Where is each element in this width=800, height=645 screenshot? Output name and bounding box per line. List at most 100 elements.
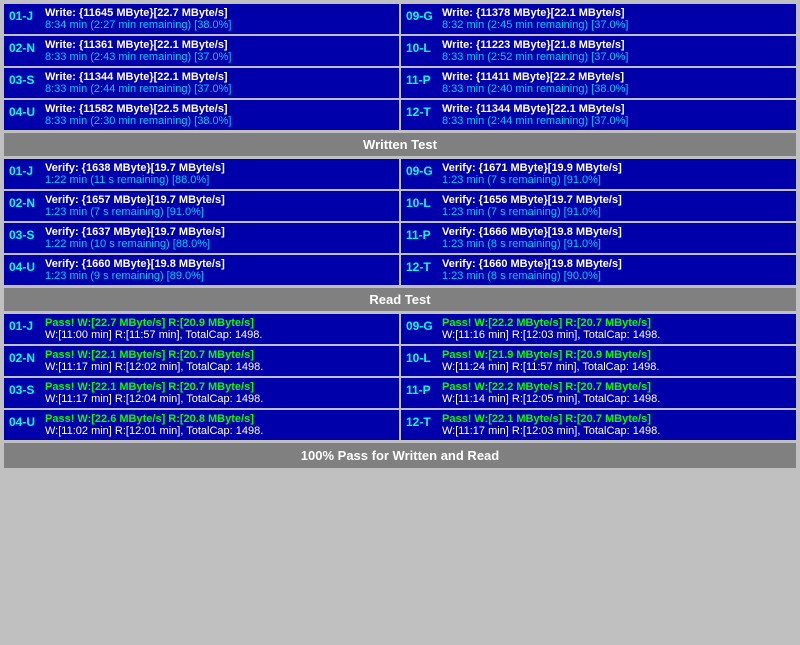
main-container: 01-J Write: {11645 MByte}[22.7 MByte/s] … bbox=[0, 0, 800, 474]
verify-01j-wrapper: 01-J Verify: {1638 MByte}[19.7 MByte/s] … bbox=[4, 159, 399, 189]
read-12t-content: Pass! W:[22.1 MByte/s] R:[20.7 MByte/s] … bbox=[442, 413, 791, 437]
verify-01j: 01-J Verify: {1638 MByte}[19.7 MByte/s] … bbox=[4, 159, 399, 189]
write-04u-content: Write: {11582 MByte}[22.5 MByte/s] 8:33 … bbox=[45, 103, 394, 127]
verify-11p-label: 11-P bbox=[406, 226, 438, 242]
write-04u-line2: 8:33 min (2:30 min remaining) [38.0%] bbox=[45, 115, 394, 127]
read-11p-label: 11-P bbox=[406, 381, 438, 397]
write-12t: 12-T Write: {11344 MByte}[22.1 MByte/s] … bbox=[401, 100, 796, 130]
read-03s-line2: W:[11:17 min] R:[12:04 min], TotalCap: 1… bbox=[45, 393, 394, 405]
write-10l-label: 10-L bbox=[406, 39, 438, 55]
write-04u-line1: Write: {11582 MByte}[22.5 MByte/s] bbox=[45, 103, 394, 115]
write-grid: 01-J Write: {11645 MByte}[22.7 MByte/s] … bbox=[4, 4, 796, 34]
write-10l-line2: 8:33 min (2:52 min remaining) [37.0%] bbox=[442, 51, 791, 63]
read-02n-line2: W:[11:17 min] R:[12:02 min], TotalCap: 1… bbox=[45, 361, 394, 373]
write-02n-line2: 8:33 min (2:43 min remaining) [37.0%] bbox=[45, 51, 394, 63]
verify-04u: 04-U Verify: {1660 MByte}[19.8 MByte/s] … bbox=[4, 255, 399, 285]
read-09g-line1: Pass! W:[22.2 MByte/s] R:[20.7 MByte/s] bbox=[442, 317, 791, 329]
write-09g-line1: Write: {11378 MByte}[22.1 MByte/s] bbox=[442, 7, 791, 19]
write-12t-line1: Write: {11344 MByte}[22.1 MByte/s] bbox=[442, 103, 791, 115]
verify-04u-wrapper: 04-U Verify: {1660 MByte}[19.8 MByte/s] … bbox=[4, 255, 399, 285]
verify-02n-wrapper: 02-N Verify: {1657 MByte}[19.7 MByte/s] … bbox=[4, 191, 399, 221]
write-11p-line2: 8:33 min (2:40 min remaining) [38.0%] bbox=[442, 83, 791, 95]
read-grid2: 02-N Pass! W:[22.1 MByte/s] R:[20.7 MByt… bbox=[4, 346, 796, 376]
write-09g-content: Write: {11378 MByte}[22.1 MByte/s] 8:32 … bbox=[442, 7, 791, 31]
verify-11p-line2: 1:23 min (8 s remaining) [91.0%] bbox=[442, 238, 791, 250]
read-11p: 11-P Pass! W:[22.2 MByte/s] R:[20.7 MByt… bbox=[401, 378, 796, 408]
verify-09g: 09-G Verify: {1671 MByte}[19.9 MByte/s] … bbox=[401, 159, 796, 189]
read-11p-line2: W:[11:14 min] R:[12:05 min], TotalCap: 1… bbox=[442, 393, 791, 405]
verify-02n-line2: 1:23 min (7 s remaining) [91.0%] bbox=[45, 206, 394, 218]
verify-09g-line1: Verify: {1671 MByte}[19.9 MByte/s] bbox=[442, 162, 791, 174]
verify-01j-line1: Verify: {1638 MByte}[19.7 MByte/s] bbox=[45, 162, 394, 174]
write-02n: 02-N Write: {11361 MByte}[22.1 MByte/s] … bbox=[4, 36, 399, 66]
verify-section: 01-J Verify: {1638 MByte}[19.7 MByte/s] … bbox=[4, 159, 796, 311]
write-12t-wrapper: 12-T Write: {11344 MByte}[22.1 MByte/s] … bbox=[401, 100, 796, 130]
read-12t-wrapper: 12-T Pass! W:[22.1 MByte/s] R:[20.7 MByt… bbox=[401, 410, 796, 440]
write-section-header: Written Test bbox=[4, 133, 796, 156]
verify-12t-line1: Verify: {1660 MByte}[19.8 MByte/s] bbox=[442, 258, 791, 270]
verify-11p-line1: Verify: {1666 MByte}[19.8 MByte/s] bbox=[442, 226, 791, 238]
footer-status: 100% Pass for Written and Read bbox=[4, 443, 796, 468]
read-01j: 01-J Pass! W:[22.7 MByte/s] R:[20.9 MByt… bbox=[4, 314, 399, 344]
read-10l-line2: W:[11:24 min] R:[11:57 min], TotalCap: 1… bbox=[442, 361, 791, 373]
read-01j-label: 01-J bbox=[9, 317, 41, 333]
verify-03s-line2: 1:22 min (10 s remaining) [88.0%] bbox=[45, 238, 394, 250]
verify-11p-content: Verify: {1666 MByte}[19.8 MByte/s] 1:23 … bbox=[442, 226, 791, 250]
read-grid4: 04-U Pass! W:[22.6 MByte/s] R:[20.8 MByt… bbox=[4, 410, 796, 440]
write-10l-wrapper: 10-L Write: {11223 MByte}[21.8 MByte/s] … bbox=[401, 36, 796, 66]
write-03s-label: 03-S bbox=[9, 71, 41, 87]
verify-04u-label: 04-U bbox=[9, 258, 41, 274]
verify-12t-wrapper: 12-T Verify: {1660 MByte}[19.8 MByte/s] … bbox=[401, 255, 796, 285]
write-11p-wrapper: 11-P Write: {11411 MByte}[22.2 MByte/s] … bbox=[401, 68, 796, 98]
verify-09g-wrapper: 09-G Verify: {1671 MByte}[19.9 MByte/s] … bbox=[401, 159, 796, 189]
read-12t-line1: Pass! W:[22.1 MByte/s] R:[20.7 MByte/s] bbox=[442, 413, 791, 425]
verify-01j-label: 01-J bbox=[9, 162, 41, 178]
read-09g-content: Pass! W:[22.2 MByte/s] R:[20.7 MByte/s] … bbox=[442, 317, 791, 341]
read-section-header: Read Test bbox=[4, 288, 796, 311]
verify-grid1: 01-J Verify: {1638 MByte}[19.7 MByte/s] … bbox=[4, 159, 796, 189]
write-11p: 11-P Write: {11411 MByte}[22.2 MByte/s] … bbox=[401, 68, 796, 98]
write-grid3: 03-S Write: {11344 MByte}[22.1 MByte/s] … bbox=[4, 68, 796, 98]
write-left-col: 01-J Write: {11645 MByte}[22.7 MByte/s] … bbox=[4, 4, 399, 34]
write-01j-line1: Write: {11645 MByte}[22.7 MByte/s] bbox=[45, 7, 394, 19]
verify-01j-line2: 1:22 min (11 s remaining) [88.0%] bbox=[45, 174, 394, 186]
write-03s-line2: 8:33 min (2:44 min remaining) [37.0%] bbox=[45, 83, 394, 95]
verify-09g-label: 09-G bbox=[406, 162, 438, 178]
verify-12t-content: Verify: {1660 MByte}[19.8 MByte/s] 1:23 … bbox=[442, 258, 791, 282]
read-09g-wrapper: 09-G Pass! W:[22.2 MByte/s] R:[20.7 MByt… bbox=[401, 314, 796, 344]
write-02n-content: Write: {11361 MByte}[22.1 MByte/s] 8:33 … bbox=[45, 39, 394, 63]
verify-10l-content: Verify: {1656 MByte}[19.7 MByte/s] 1:23 … bbox=[442, 194, 791, 218]
write-grid2: 02-N Write: {11361 MByte}[22.1 MByte/s] … bbox=[4, 36, 796, 66]
read-02n-wrapper: 02-N Pass! W:[22.1 MByte/s] R:[20.7 MByt… bbox=[4, 346, 399, 376]
read-09g: 09-G Pass! W:[22.2 MByte/s] R:[20.7 MByt… bbox=[401, 314, 796, 344]
write-02n-line1: Write: {11361 MByte}[22.1 MByte/s] bbox=[45, 39, 394, 51]
read-09g-line2: W:[11:16 min] R:[12:03 min], TotalCap: 1… bbox=[442, 329, 791, 341]
write-04u: 04-U Write: {11582 MByte}[22.5 MByte/s] … bbox=[4, 100, 399, 130]
verify-01j-content: Verify: {1638 MByte}[19.7 MByte/s] 1:22 … bbox=[45, 162, 394, 186]
write-10l-line1: Write: {11223 MByte}[21.8 MByte/s] bbox=[442, 39, 791, 51]
read-01j-wrapper: 01-J Pass! W:[22.7 MByte/s] R:[20.9 MByt… bbox=[4, 314, 399, 344]
verify-02n-content: Verify: {1657 MByte}[19.7 MByte/s] 1:23 … bbox=[45, 194, 394, 218]
verify-11p-wrapper: 11-P Verify: {1666 MByte}[19.8 MByte/s] … bbox=[401, 223, 796, 253]
verify-03s-content: Verify: {1637 MByte}[19.7 MByte/s] 1:22 … bbox=[45, 226, 394, 250]
read-03s: 03-S Pass! W:[22.1 MByte/s] R:[20.7 MByt… bbox=[4, 378, 399, 408]
write-09g: 09-G Write: {11378 MByte}[22.1 MByte/s] … bbox=[401, 4, 796, 34]
read-04u: 04-U Pass! W:[22.6 MByte/s] R:[20.8 MByt… bbox=[4, 410, 399, 440]
read-10l-wrapper: 10-L Pass! W:[21.9 MByte/s] R:[20.9 MByt… bbox=[401, 346, 796, 376]
write-03s-content: Write: {11344 MByte}[22.1 MByte/s] 8:33 … bbox=[45, 71, 394, 95]
read-11p-line1: Pass! W:[22.2 MByte/s] R:[20.7 MByte/s] bbox=[442, 381, 791, 393]
read-10l-content: Pass! W:[21.9 MByte/s] R:[20.9 MByte/s] … bbox=[442, 349, 791, 373]
write-01j: 01-J Write: {11645 MByte}[22.7 MByte/s] … bbox=[4, 4, 399, 34]
write-12t-label: 12-T bbox=[406, 103, 438, 119]
verify-02n-line1: Verify: {1657 MByte}[19.7 MByte/s] bbox=[45, 194, 394, 206]
read-03s-wrapper: 03-S Pass! W:[22.1 MByte/s] R:[20.7 MByt… bbox=[4, 378, 399, 408]
read-grid3: 03-S Pass! W:[22.1 MByte/s] R:[20.7 MByt… bbox=[4, 378, 796, 408]
write-01j-line2: 8:34 min (2:27 min remaining) [38.0%] bbox=[45, 19, 394, 31]
verify-09g-line2: 1:23 min (7 s remaining) [91.0%] bbox=[442, 174, 791, 186]
verify-04u-line2: 1:23 min (9 s remaining) [89.0%] bbox=[45, 270, 394, 282]
read-section: 01-J Pass! W:[22.7 MByte/s] R:[20.9 MByt… bbox=[4, 314, 796, 468]
verify-grid2: 02-N Verify: {1657 MByte}[19.7 MByte/s] … bbox=[4, 191, 796, 221]
verify-12t-label: 12-T bbox=[406, 258, 438, 274]
verify-10l: 10-L Verify: {1656 MByte}[19.7 MByte/s] … bbox=[401, 191, 796, 221]
verify-grid3: 03-S Verify: {1637 MByte}[19.7 MByte/s] … bbox=[4, 223, 796, 253]
